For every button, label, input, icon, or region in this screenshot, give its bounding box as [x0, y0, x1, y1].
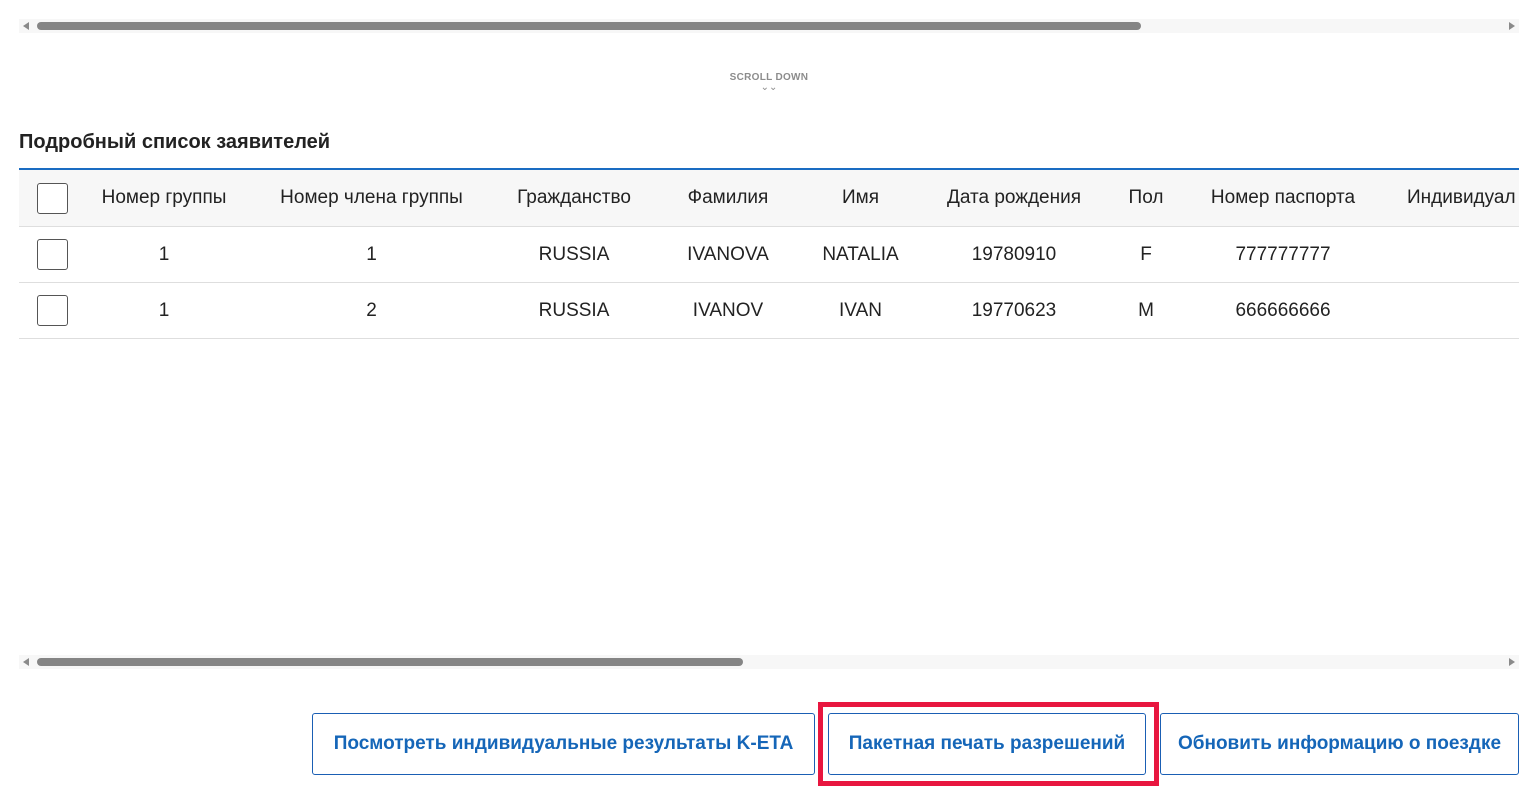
- scroll-left-arrow-icon[interactable]: [23, 22, 29, 30]
- column-header: Номер члена группы: [243, 170, 500, 227]
- select-all-cell: [19, 170, 85, 227]
- cell-surname: IVANOV: [648, 282, 808, 339]
- view-individual-results-button[interactable]: Посмотреть индивидуальные результаты K-E…: [312, 713, 815, 775]
- chevron-double-down-icon: ⌄⌄: [760, 82, 778, 93]
- row-select-cell: [19, 226, 85, 283]
- scroll-right-arrow-icon[interactable]: [1509, 22, 1515, 30]
- cell-sex: F: [1115, 226, 1177, 283]
- select-all-checkbox[interactable]: [36, 182, 68, 214]
- applicants-table: Номер группы Номер члена группы Гражданс…: [19, 168, 1519, 342]
- cell-individual: [1389, 226, 1519, 283]
- cell-sex: M: [1115, 282, 1177, 339]
- cell-citizenship: RUSSIA: [500, 282, 648, 339]
- cell-group-number: 1: [85, 282, 243, 339]
- update-trip-info-button[interactable]: Обновить информацию о поездке: [1160, 713, 1519, 775]
- column-header: Пол: [1115, 170, 1177, 227]
- column-header: Имя: [808, 170, 913, 227]
- row-checkbox[interactable]: [36, 239, 68, 270]
- scrollbar-thumb[interactable]: [37, 658, 743, 666]
- cell-birth-date: 19780910: [913, 226, 1115, 283]
- cell-individual: [1389, 282, 1519, 339]
- table-row[interactable]: 1 1 RUSSIA IVANOVA NATALIA 19780910 F 77…: [19, 226, 1519, 283]
- row-checkbox[interactable]: [36, 295, 68, 326]
- column-header: Фамилия: [648, 170, 808, 227]
- cell-birth-date: 19770623: [913, 282, 1115, 339]
- row-select-cell: [19, 282, 85, 339]
- cell-member-number: 2: [243, 282, 500, 339]
- table-header-row: Номер группы Номер члена группы Гражданс…: [19, 170, 1519, 227]
- cell-passport: 777777777: [1177, 226, 1389, 283]
- column-header: Номер паспорта: [1177, 170, 1389, 227]
- scroll-right-arrow-icon[interactable]: [1509, 658, 1515, 666]
- top-horizontal-scrollbar[interactable]: [19, 19, 1519, 33]
- cell-name: IVAN: [808, 282, 913, 339]
- column-header: Индивидуал: [1389, 170, 1519, 227]
- scrollbar-thumb[interactable]: [37, 22, 1141, 30]
- table-horizontal-scrollbar[interactable]: [19, 655, 1519, 669]
- section-title: Подробный список заявителей: [19, 131, 331, 153]
- cell-passport: 666666666: [1177, 282, 1389, 339]
- cell-surname: IVANOVA: [648, 226, 808, 283]
- batch-print-permits-button[interactable]: Пакетная печать разрешений: [828, 713, 1146, 775]
- cell-citizenship: RUSSIA: [500, 226, 648, 283]
- cell-group-number: 1: [85, 226, 243, 283]
- cell-member-number: 1: [243, 226, 500, 283]
- table-row[interactable]: 1 2 RUSSIA IVANOV IVAN 19770623 M 666666…: [19, 282, 1519, 339]
- scroll-left-arrow-icon[interactable]: [23, 658, 29, 666]
- column-header: Номер группы: [85, 170, 243, 227]
- column-header: Дата рождения: [913, 170, 1115, 227]
- cell-name: NATALIA: [808, 226, 913, 283]
- scroll-down-hint[interactable]: SCROLL DOWN ⌄⌄: [700, 72, 838, 93]
- column-header: Гражданство: [500, 170, 648, 227]
